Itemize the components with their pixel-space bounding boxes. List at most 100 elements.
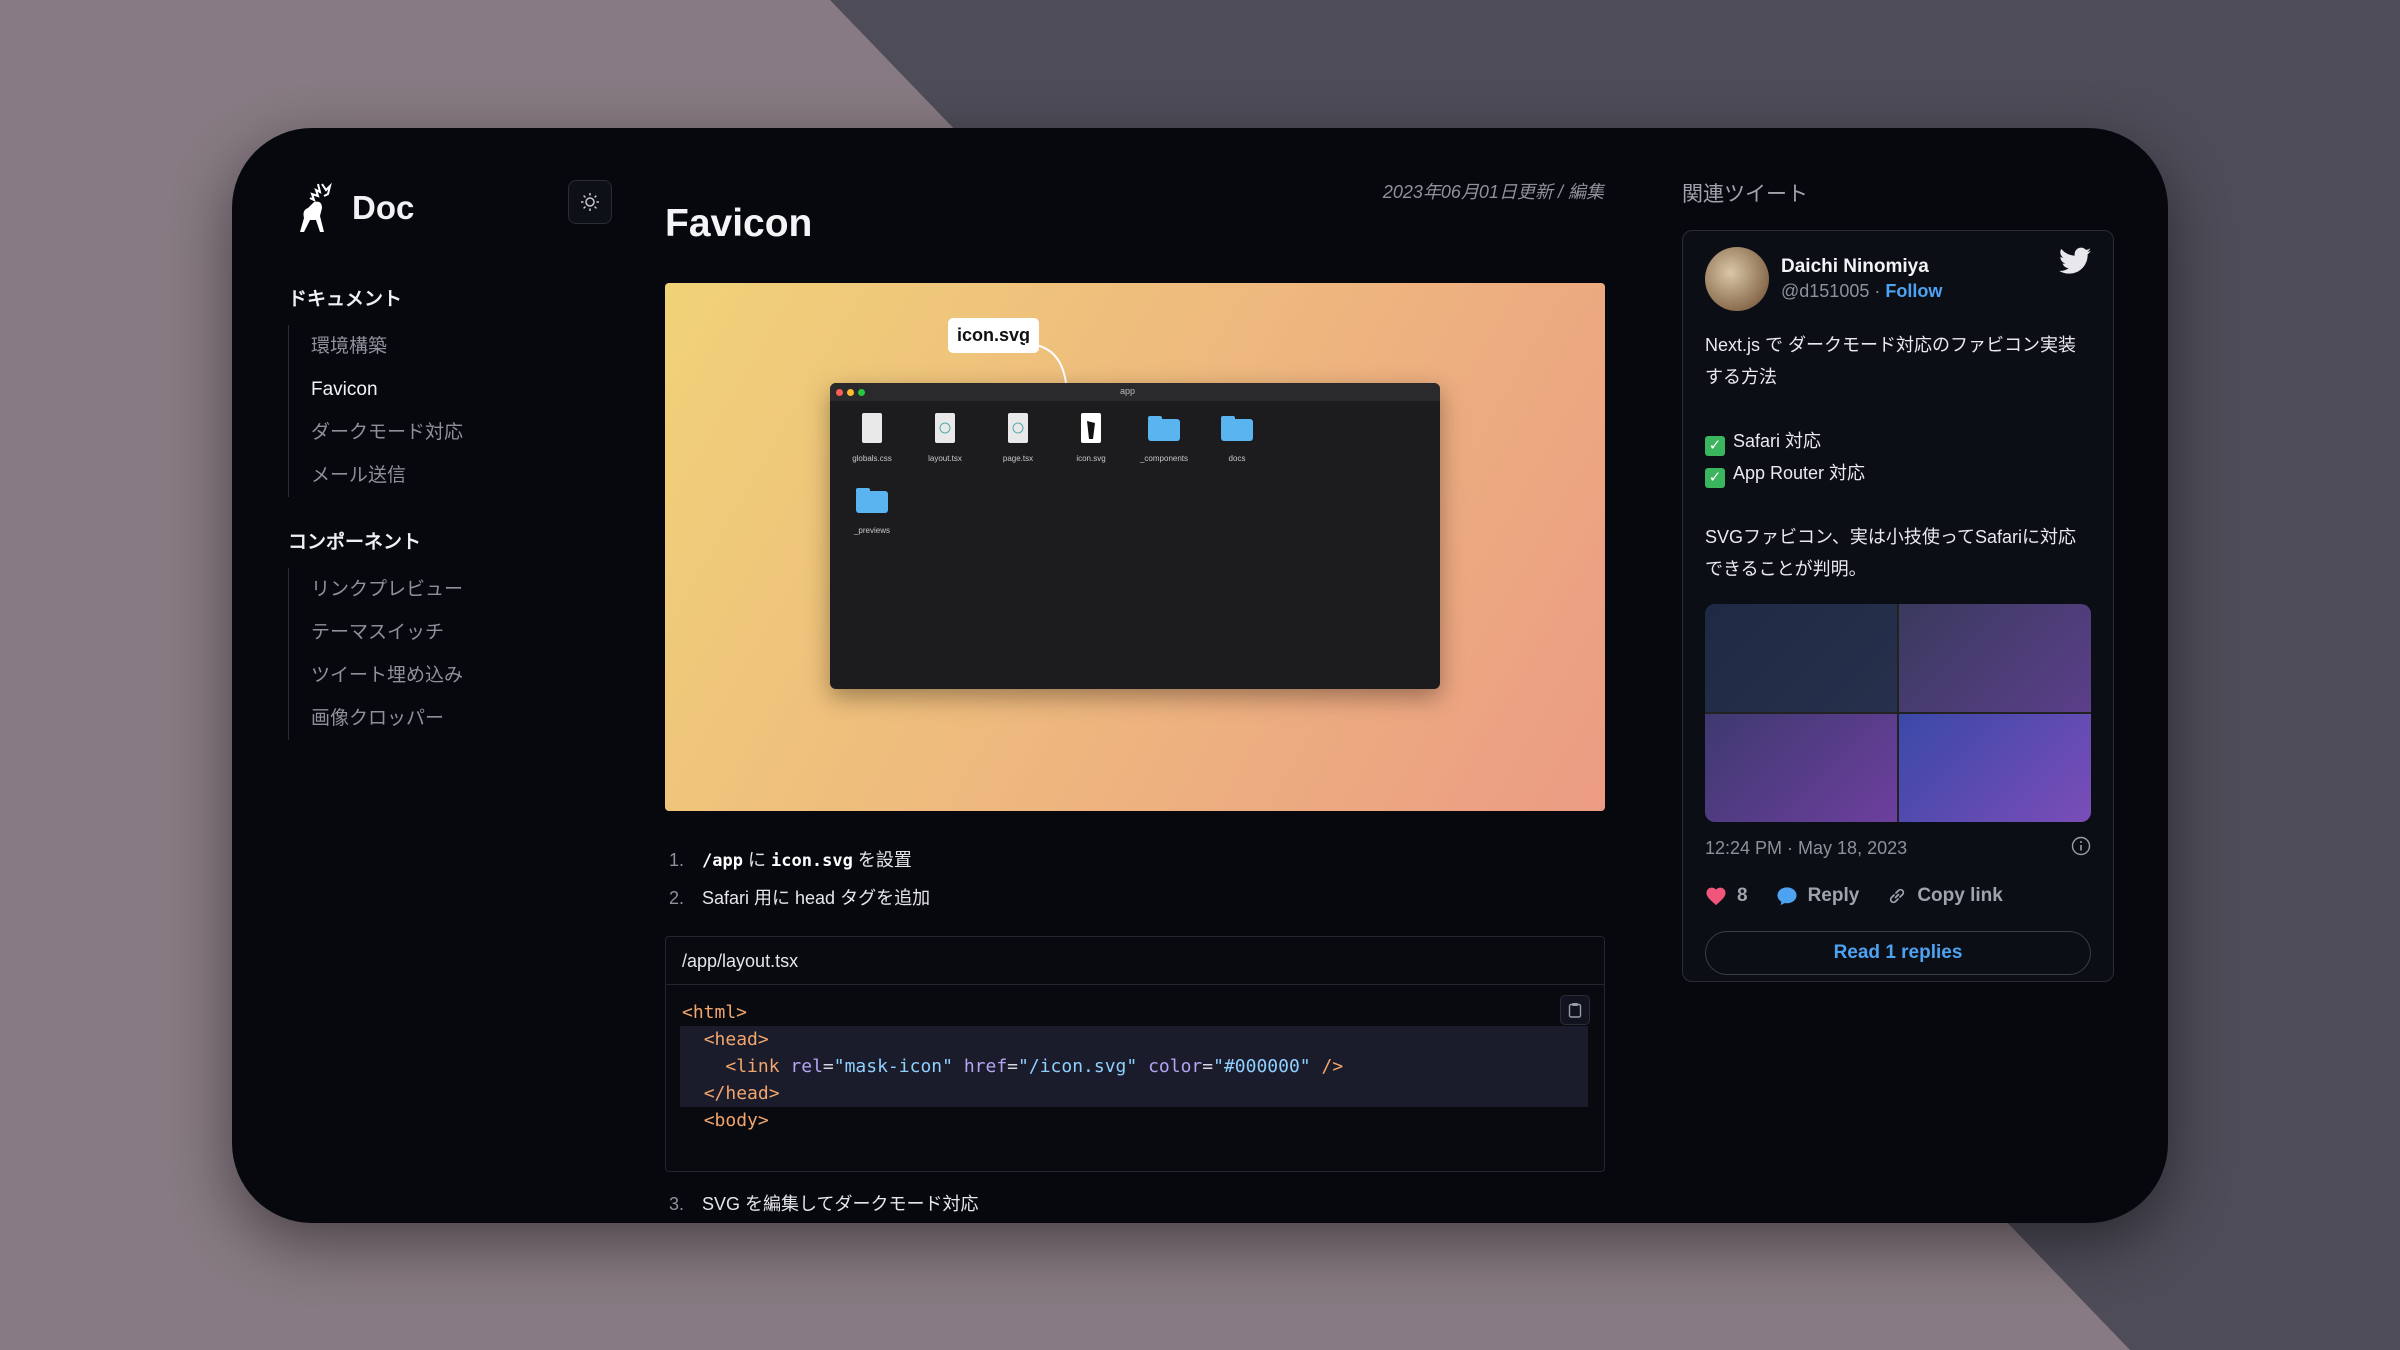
- sidebar-item-favicon[interactable]: Favicon: [311, 368, 588, 411]
- document-icon: [935, 413, 955, 443]
- sidebar-nav: ドキュメント 環境構築 Favicon ダークモード対応 メール送信 コンポーネ…: [288, 284, 588, 770]
- copy-code-button[interactable]: [1560, 995, 1590, 1025]
- code-line: <link rel="mask-icon" href="/icon.svg" c…: [680, 1053, 1588, 1080]
- hero-image: icon.svg app globals.css layout.tsx page…: [665, 283, 1605, 811]
- tweet-author-handle: @d151005 · Follow: [1781, 281, 1942, 302]
- code-line: <body>: [703, 1110, 769, 1131]
- file-item: _previews: [842, 483, 902, 535]
- file-label: docs: [1228, 454, 1246, 463]
- follow-link[interactable]: Follow: [1885, 281, 1942, 301]
- brand-name: Doc: [352, 189, 415, 226]
- code-body: <html> <head> <link rel="mask-icon" href…: [666, 985, 1604, 1148]
- finder-window: app globals.css layout.tsx page.tsx icon…: [830, 383, 1440, 689]
- sidebar-item-theme-switch[interactable]: テーマスイッチ: [311, 611, 588, 654]
- updated-date: 2023年06月01日更新: [1382, 182, 1553, 202]
- finder-titlebar: app: [830, 383, 1440, 401]
- copy-link-label: Copy link: [1917, 885, 2003, 906]
- reply-label: Reply: [1807, 885, 1860, 906]
- tweet-check-line: ✓ App Router 対応: [1705, 457, 2091, 489]
- file-item: icon.svg: [1061, 411, 1121, 463]
- media-thumbnail[interactable]: [1899, 714, 2091, 822]
- meta-separator: /: [1557, 182, 1563, 202]
- clipboard-icon: [1568, 1003, 1582, 1018]
- copy-link-button[interactable]: Copy link: [1887, 885, 2003, 907]
- like-button[interactable]: 8: [1705, 885, 1748, 907]
- code-block: /app/layout.tsx <html> <head> <link rel=…: [665, 936, 1605, 1172]
- file-item: docs: [1207, 411, 1267, 463]
- brand-logo[interactable]: Doc: [288, 180, 414, 236]
- sidebar-item-link-preview[interactable]: リンクプレビュー: [311, 568, 588, 611]
- tweet-actions: 8 Reply Copy link: [1705, 885, 2003, 907]
- list-item: 1. /app に icon.svg を設置: [665, 841, 1605, 879]
- code-line: <head>: [680, 1026, 1588, 1053]
- step-number: 2.: [669, 888, 685, 908]
- sidebar-item-image-cropper[interactable]: 画像クロッパー: [311, 697, 588, 740]
- page-title: Favicon: [665, 202, 813, 245]
- nav-section-title: コンポーネント: [288, 532, 422, 553]
- edit-link[interactable]: 編集: [1568, 182, 1604, 202]
- file-item: layout.tsx: [915, 411, 975, 463]
- tweet-header: Daichi Ninomiya @d151005 · Follow: [1705, 247, 2091, 311]
- folder-icon: [856, 488, 888, 513]
- theme-toggle-button[interactable]: [568, 180, 612, 224]
- document-icon: [1008, 413, 1028, 443]
- list-item: 3. SVG を編集してダークモード対応: [665, 1185, 1605, 1223]
- folder-icon: [1148, 416, 1180, 441]
- app-window: Doc ドキュメント 環境構築 Favicon ダークモード対応 メール送信 コ…: [232, 128, 2168, 1223]
- sidebar-item-setup[interactable]: 環境構築: [311, 325, 588, 368]
- media-thumbnail[interactable]: [1705, 604, 1897, 712]
- sidebar-item-tweet-embed[interactable]: ツイート埋め込み: [311, 654, 588, 697]
- info-icon[interactable]: [2071, 836, 2091, 856]
- file-label: globals.css: [852, 454, 892, 463]
- file-label: icon.svg: [1076, 454, 1106, 463]
- check-icon: ✓: [1705, 468, 1725, 488]
- like-count: 8: [1737, 885, 1748, 906]
- nav-list-documents: 環境構築 Favicon ダークモード対応 メール送信: [288, 325, 588, 497]
- handle-separator: ·: [1874, 281, 1881, 301]
- media-thumbnail[interactable]: [1899, 604, 2091, 712]
- file-item: _components: [1134, 411, 1194, 463]
- nav-section-title: ドキュメント: [288, 289, 403, 310]
- step-text: を設置: [857, 850, 912, 870]
- minimize-dot: [847, 389, 854, 396]
- step-text: SVG を編集してダークモード対応: [702, 1194, 979, 1214]
- code-filename: /app/layout.tsx: [666, 937, 1604, 985]
- sidebar-item-dark-mode[interactable]: ダークモード対応: [311, 411, 588, 454]
- step-number: 3.: [669, 1194, 685, 1214]
- link-icon: [1890, 888, 1905, 904]
- deer-icon: [300, 182, 332, 232]
- check-icon: ✓: [1705, 436, 1725, 456]
- step-number: 1.: [669, 850, 685, 870]
- handle-text[interactable]: @d151005: [1781, 281, 1869, 301]
- step-text: に: [747, 850, 766, 870]
- file-label: page.tsx: [1002, 454, 1034, 463]
- sidebar-item-mail[interactable]: メール送信: [311, 454, 588, 497]
- tweet-text: Next.js で ダークモード対応のファビコン実装する方法 ✓ Safari 対…: [1705, 329, 2091, 585]
- file-label: _previews: [853, 526, 890, 535]
- avatar[interactable]: [1705, 247, 1769, 311]
- tweet-check-line: ✓ Safari 対応: [1705, 425, 2091, 457]
- list-item: 2. Safari 用に head タグを追加: [665, 879, 1605, 917]
- folder-icon: [1221, 416, 1253, 441]
- twitter-bird-icon[interactable]: [2059, 247, 2091, 275]
- tweet-media[interactable]: [1705, 604, 2091, 822]
- finder-title: app: [1120, 386, 1136, 396]
- article-meta: 2023年06月01日更新 / 編集: [1232, 178, 1604, 204]
- sun-icon: [581, 193, 599, 211]
- step-text: Safari 用に head タグを追加: [702, 888, 931, 908]
- tweet-timestamp[interactable]: 12:24 PM · May 18, 2023: [1705, 838, 1907, 859]
- related-tweets-title: 関連ツイート: [1682, 183, 1808, 206]
- reply-button[interactable]: Reply: [1776, 885, 1860, 907]
- speech-bubble-icon: [1777, 887, 1797, 906]
- code-line: </head>: [680, 1080, 1588, 1107]
- inline-code: /app: [702, 851, 743, 871]
- zoom-dot: [858, 389, 865, 396]
- inline-code: icon.svg: [770, 851, 853, 871]
- close-dot: [836, 389, 843, 396]
- document-icon: [862, 413, 882, 443]
- media-thumbnail[interactable]: [1705, 714, 1897, 822]
- read-replies-button[interactable]: Read 1 replies: [1705, 931, 2091, 975]
- tweet-author-name[interactable]: Daichi Ninomiya: [1781, 256, 1942, 278]
- tweet-card: Daichi Ninomiya @d151005 · Follow Next.j…: [1682, 230, 2114, 982]
- heart-icon: [1706, 887, 1726, 906]
